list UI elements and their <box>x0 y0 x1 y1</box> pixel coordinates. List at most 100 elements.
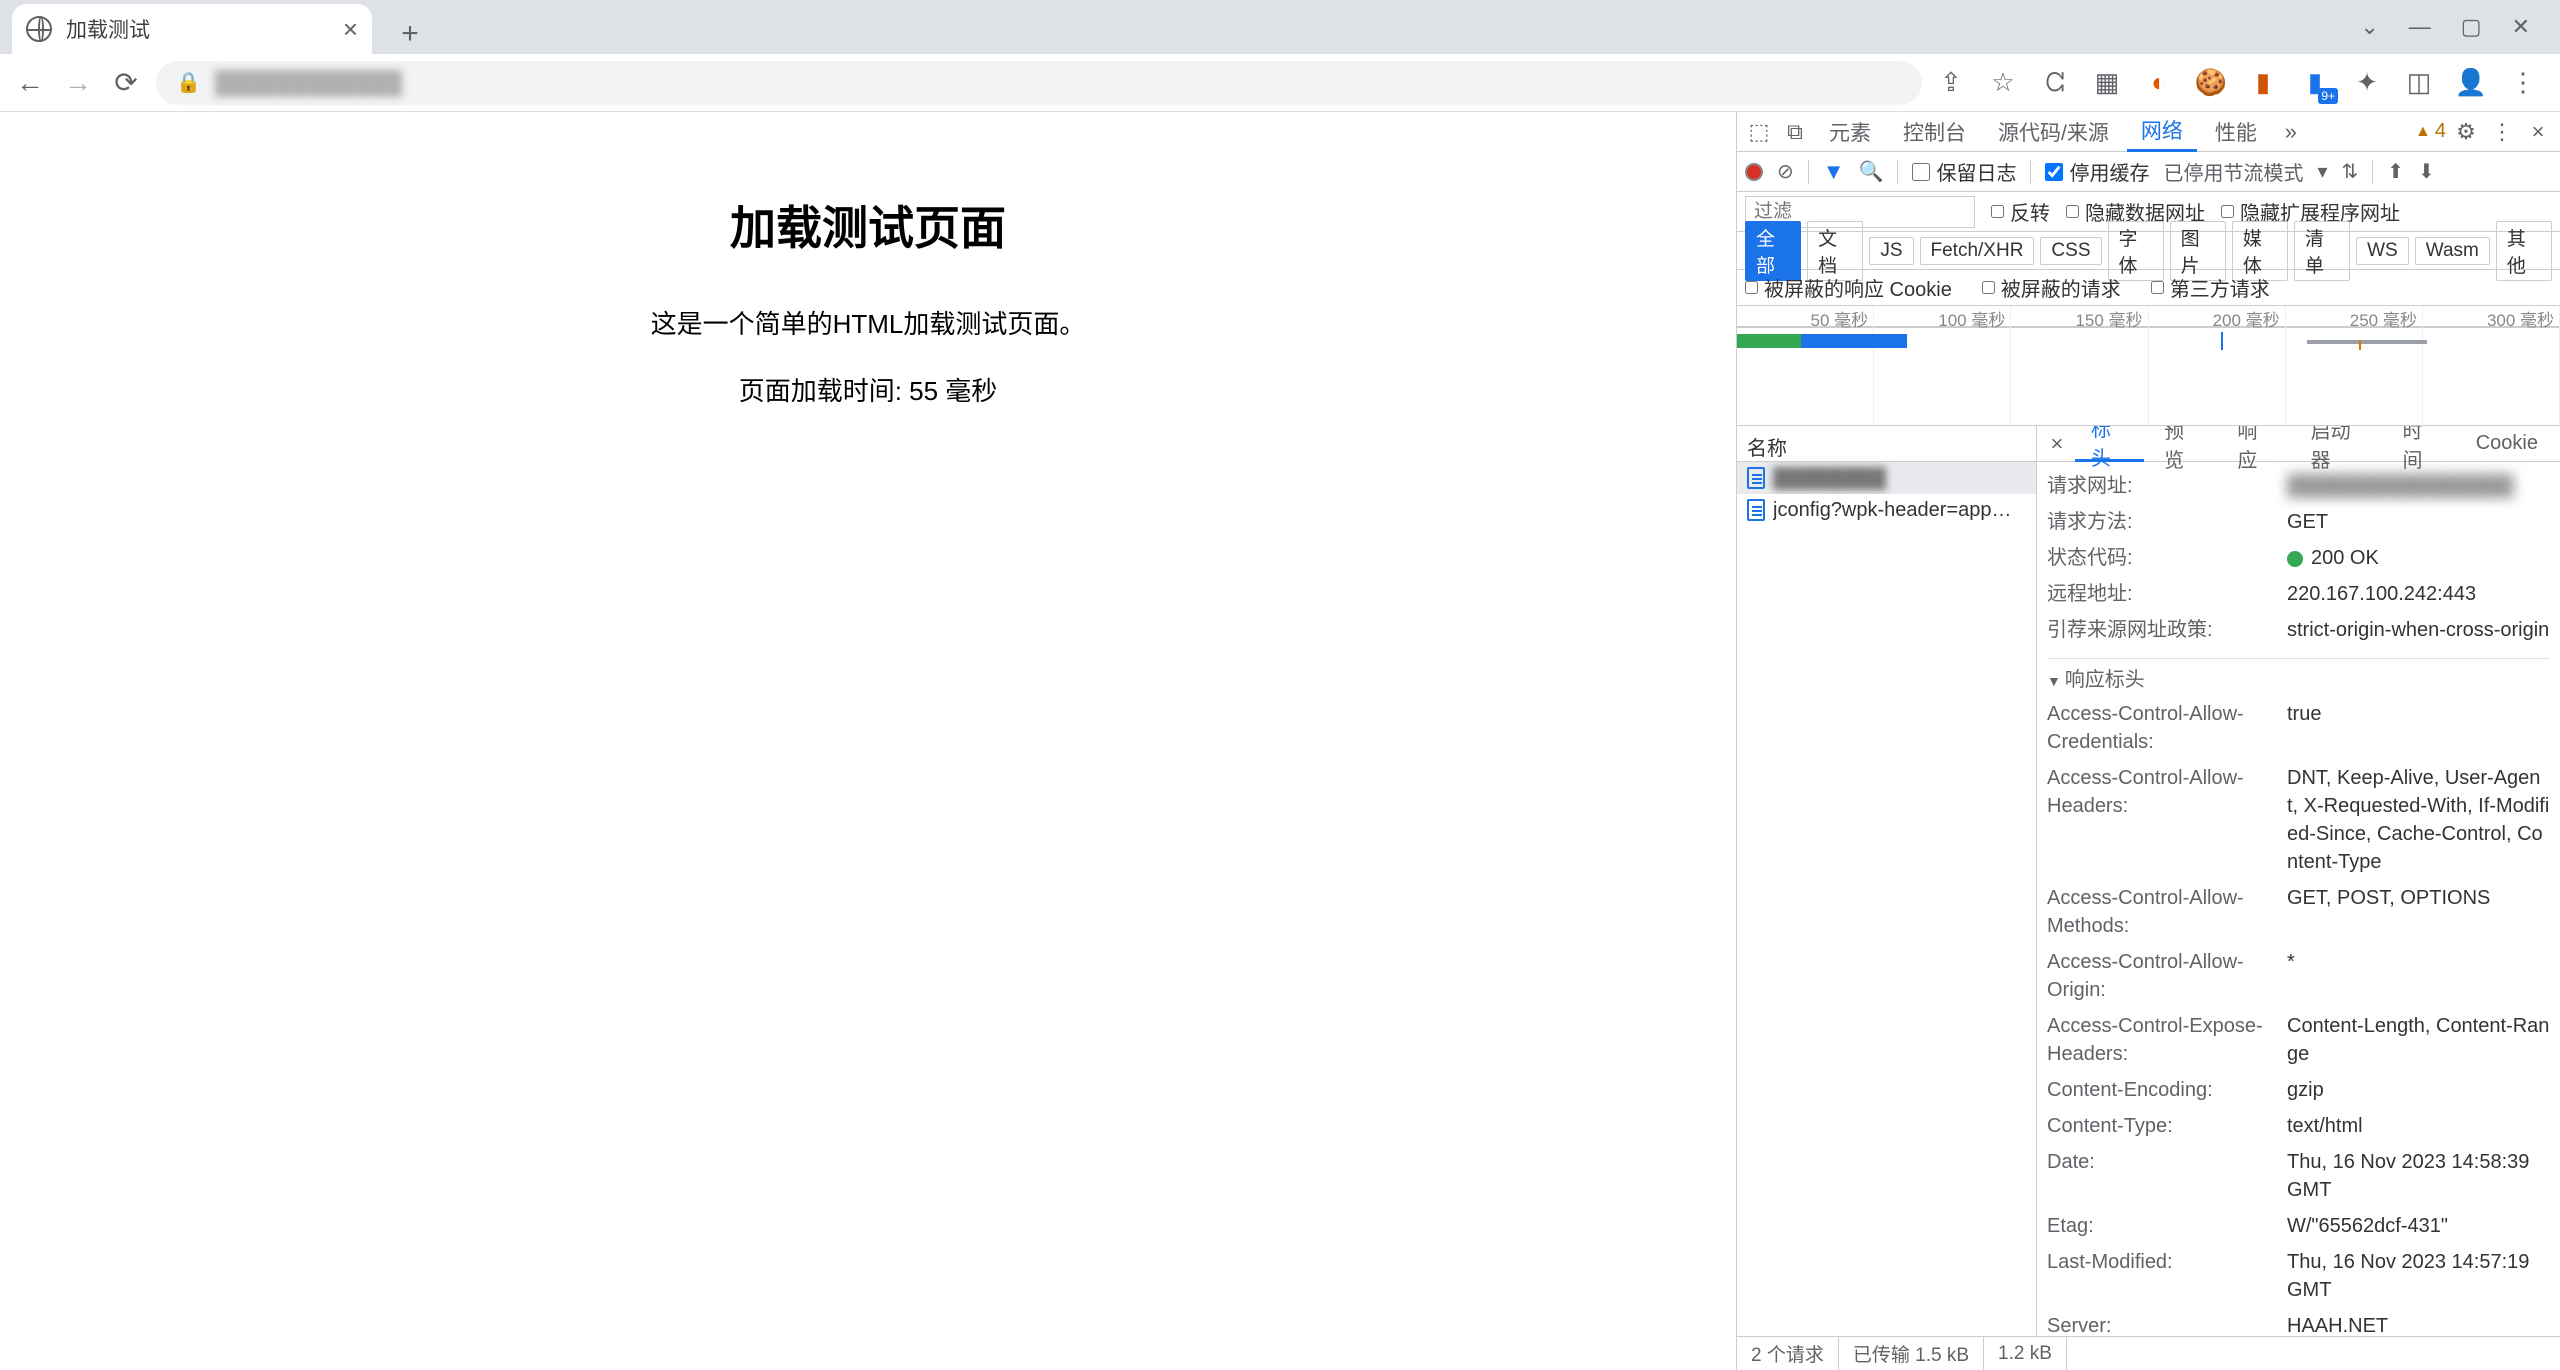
tab-headers[interactable]: 标头 <box>2075 426 2144 462</box>
header-key: 状态代码: <box>2047 544 2287 572</box>
headers-panel[interactable]: 请求网址:████████████████请求方法:GET状态代码:200 OK… <box>2037 462 2560 1336</box>
tab-sources[interactable]: 源代码/来源 <box>1984 112 2123 152</box>
download-icon[interactable]: ⬇ <box>2418 159 2435 184</box>
blocked-cookie-checkbox[interactable]: 被屏蔽的响应 Cookie <box>1745 273 1952 302</box>
header-key: Etag: <box>2047 1212 2287 1240</box>
tick: 50 毫秒 <box>1737 306 1874 326</box>
ext-powerpoint-icon[interactable]: ▮ <box>2246 66 2280 100</box>
search-icon[interactable]: 🔍 <box>1859 159 1884 184</box>
upload-icon[interactable]: ⬆ <box>2387 159 2404 184</box>
header-key: Access-Control-Allow-Headers: <box>2047 764 2287 876</box>
tab-response[interactable]: 响应 <box>2221 426 2290 462</box>
new-tab-button[interactable]: + <box>390 14 430 54</box>
disable-cache-checkbox[interactable]: 停用缓存 <box>2045 157 2149 186</box>
header-key: Access-Control-Allow-Origin: <box>2047 948 2287 1004</box>
more-tabs-icon[interactable]: » <box>2275 116 2307 148</box>
warnings-badge[interactable]: 4 <box>2415 120 2446 143</box>
filter-icon[interactable]: ▼ <box>1823 159 1845 185</box>
request-row[interactable]: ████████ <box>1737 462 2036 494</box>
maximize-icon[interactable]: ▢ <box>2461 14 2482 40</box>
ext-2-icon[interactable]: ▦ <box>2090 66 2124 100</box>
ext-3-icon[interactable]: ◐ <box>2142 66 2176 100</box>
tick: 300 毫秒 <box>2423 306 2560 326</box>
page-desc: 这是一个简单的HTML加载测试页面。 <box>0 304 1736 341</box>
header-key: Content-Encoding: <box>2047 1076 2287 1104</box>
chip-css[interactable]: CSS <box>2040 237 2101 265</box>
page-load-time: 页面加载时间: 55 毫秒 <box>0 371 1736 408</box>
record-icon[interactable] <box>1745 163 1763 181</box>
reload-button[interactable]: ⟳ <box>108 65 144 101</box>
header-value: ████████████████ <box>2287 472 2514 500</box>
settings-icon[interactable]: ⚙ <box>2450 116 2482 148</box>
forward-button[interactable]: → <box>60 65 96 101</box>
share-icon[interactable]: ⇪ <box>1934 66 1968 100</box>
blocked-req-checkbox[interactable]: 被屏蔽的请求 <box>1982 273 2121 302</box>
header-value: strict-origin-when-cross-origin <box>2287 616 2549 644</box>
header-value: Thu, 16 Nov 2023 14:58:39 GMT <box>2287 1148 2550 1204</box>
header-key: Content-Type: <box>2047 1112 2287 1140</box>
tab-elements[interactable]: 元素 <box>1815 112 1885 152</box>
response-headers-title[interactable]: 响应标头 <box>2047 663 2550 692</box>
ext-1-icon[interactable]: ᘳ <box>2038 66 2072 100</box>
clear-icon[interactable]: ⊘ <box>1777 159 1794 184</box>
tab-timing[interactable]: 时间 <box>2386 426 2455 462</box>
extensions-icon[interactable]: ✦ <box>2350 66 2384 100</box>
devtools-panel: ⬚ ⧉ 元素 控制台 源代码/来源 网络 性能 » 4 ⚙ ⋮ × ⊘ ▼ 🔍 … <box>1736 112 2560 1370</box>
tab-console[interactable]: 控制台 <box>1889 112 1980 152</box>
sidepanel-icon[interactable]: ◫ <box>2402 66 2436 100</box>
preserve-log-checkbox[interactable]: 保留日志 <box>1912 157 2016 186</box>
third-party-checkbox[interactable]: 第三方请求 <box>2151 273 2270 302</box>
header-key: 请求网址: <box>2047 472 2287 500</box>
network-toolbar: ⊘ ▼ 🔍 保留日志 停用缓存 已停用节流模式 ▾ ⇅ ⬆ ⬇ <box>1737 152 2560 192</box>
browser-tab[interactable]: 加载测试 × <box>12 4 372 54</box>
tab-preview[interactable]: 预览 <box>2148 426 2217 462</box>
header-value: 220.167.100.242:443 <box>2287 580 2476 608</box>
document-icon <box>1747 499 1765 521</box>
header-key: Date: <box>2047 1148 2287 1204</box>
invert-checkbox[interactable]: 反转 <box>1991 197 2050 226</box>
bookmark-icon[interactable]: ☆ <box>1986 66 2020 100</box>
chip-ws[interactable]: WS <box>2356 237 2409 265</box>
device-icon[interactable]: ⧉ <box>1779 116 1811 148</box>
address-bar[interactable]: 🔒 ████████████ <box>156 61 1922 105</box>
wifi-icon[interactable]: ⇅ <box>2342 159 2359 184</box>
inspect-icon[interactable]: ⬚ <box>1743 116 1775 148</box>
tab-cookies[interactable]: Cookie <box>2460 426 2554 462</box>
network-timeline[interactable]: 50 毫秒 100 毫秒 150 毫秒 200 毫秒 250 毫秒 300 毫秒 <box>1737 306 2560 426</box>
tab-initiator[interactable]: 启动器 <box>2295 426 2383 462</box>
timeline-bar <box>2307 340 2427 344</box>
chip-wasm[interactable]: Wasm <box>2415 237 2490 265</box>
tab-network[interactable]: 网络 <box>2127 112 2197 152</box>
header-value: * <box>2287 948 2295 1004</box>
dropdown-icon[interactable]: ▾ <box>2317 159 2327 184</box>
network-statusbar: 2 个请求 已传输 1.5 kB 1.2 kB <box>1737 1336 2560 1370</box>
tick: 150 毫秒 <box>2011 306 2148 326</box>
tick: 100 毫秒 <box>1874 306 2011 326</box>
window-titlebar: 加载测试 × + ⌄ — ▢ ✕ <box>0 0 2560 54</box>
chip-js[interactable]: JS <box>1869 237 1913 265</box>
minimize-icon[interactable]: — <box>2409 14 2431 40</box>
chip-xhr[interactable]: Fetch/XHR <box>1920 237 2035 265</box>
throttling-select[interactable]: 已停用节流模式 <box>2163 157 2303 186</box>
name-column-header[interactable]: 名称 <box>1737 426 2036 462</box>
ext-cookie-icon[interactable]: 🍪 <box>2194 66 2228 100</box>
kebab-icon[interactable]: ⋮ <box>2486 116 2518 148</box>
close-devtools-icon[interactable]: × <box>2522 116 2554 148</box>
detail-tabs: × 标头 预览 响应 启动器 时间 Cookie <box>2037 426 2560 462</box>
ext-badge-icon[interactable]: ▮ <box>2298 66 2332 100</box>
devtools-tabs: ⬚ ⧉ 元素 控制台 源代码/来源 网络 性能 » 4 ⚙ ⋮ × <box>1737 112 2560 152</box>
header-key: Last-Modified: <box>2047 1248 2287 1304</box>
profile-icon[interactable]: 👤 <box>2454 66 2488 100</box>
status-dot-icon <box>2287 551 2303 567</box>
chevron-down-icon[interactable]: ⌄ <box>2360 14 2378 40</box>
back-button[interactable]: ← <box>12 65 48 101</box>
close-detail-icon[interactable]: × <box>2043 431 2071 457</box>
menu-icon[interactable]: ⋮ <box>2506 66 2540 100</box>
close-window-icon[interactable]: ✕ <box>2512 14 2530 40</box>
close-tab-icon[interactable]: × <box>343 14 358 45</box>
header-value: gzip <box>2287 1076 2324 1104</box>
tab-performance[interactable]: 性能 <box>2201 112 2271 152</box>
header-value: 200 OK <box>2287 544 2379 572</box>
request-row[interactable]: jconfig?wpk-header=app%3Df… <box>1737 494 2036 526</box>
tick: 250 毫秒 <box>2286 306 2423 326</box>
